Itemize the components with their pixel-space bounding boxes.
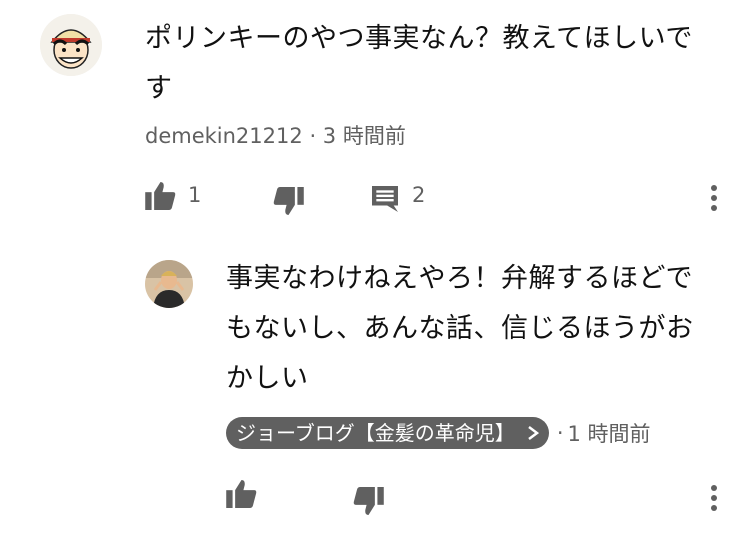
comment-like-count: 1 [188,183,202,207]
more-vert-icon [711,185,717,211]
comment-text: ポリンキーのやつ事実なん？教えてほしいで す [145,14,725,114]
reply-meta: ジョーブログ【金髪の革命児】 · 1 時間前 [226,417,651,449]
reply-more-button[interactable] [709,484,719,512]
reply-text-line: もないし、あんな話、信じるほうがお [226,313,694,344]
comment-reply-count: 2 [412,183,426,207]
channel-owner-badge[interactable]: ジョーブログ【金髪の革命児】 [226,417,549,449]
comment-timestamp[interactable]: 3 時間前 [323,124,406,148]
thumb-up-icon [226,480,257,508]
reply-text-line: 事実なわけねえやろ！弁解するほどで [226,263,693,294]
comment-more-button[interactable] [709,184,719,212]
thumb-down-icon [353,487,384,515]
cartoon-face-avatar-icon [40,14,102,76]
meta-separator: · [309,124,323,148]
reply-text-line: かしい [226,363,309,394]
chevron-right-icon [528,426,539,440]
comment-like-button[interactable] [145,182,176,210]
comment-text-line: ポリンキーのやつ事実なん？教えてほしいで [145,23,693,54]
reply-dislike-button[interactable] [353,487,384,515]
comment-meta: demekin21212 · 3 時間前 [145,120,406,150]
thumb-up-icon [145,182,176,210]
comment-dislike-button[interactable] [273,187,304,215]
more-vert-icon [711,485,717,511]
comment-text-line: す [145,73,173,104]
reply-author-avatar[interactable] [145,260,193,308]
comment-reply-button[interactable] [372,186,398,212]
comment-author-name[interactable]: demekin21212 [145,124,303,148]
reply-timestamp[interactable]: 1 時間前 [568,418,651,448]
meta-separator: · [556,421,564,445]
comment-author-avatar[interactable] [40,14,102,76]
thumb-down-icon [273,187,304,215]
reply-text: 事実なわけねえやろ！弁解するほどで もないし、あんな話、信じるほうがお かしい [226,254,726,404]
reply-author-name: ジョーブログ【金髪の革命児】 [236,421,515,445]
comment-icon [372,186,398,212]
person-photo-avatar-icon [145,260,193,308]
reply-like-button[interactable] [226,480,257,508]
